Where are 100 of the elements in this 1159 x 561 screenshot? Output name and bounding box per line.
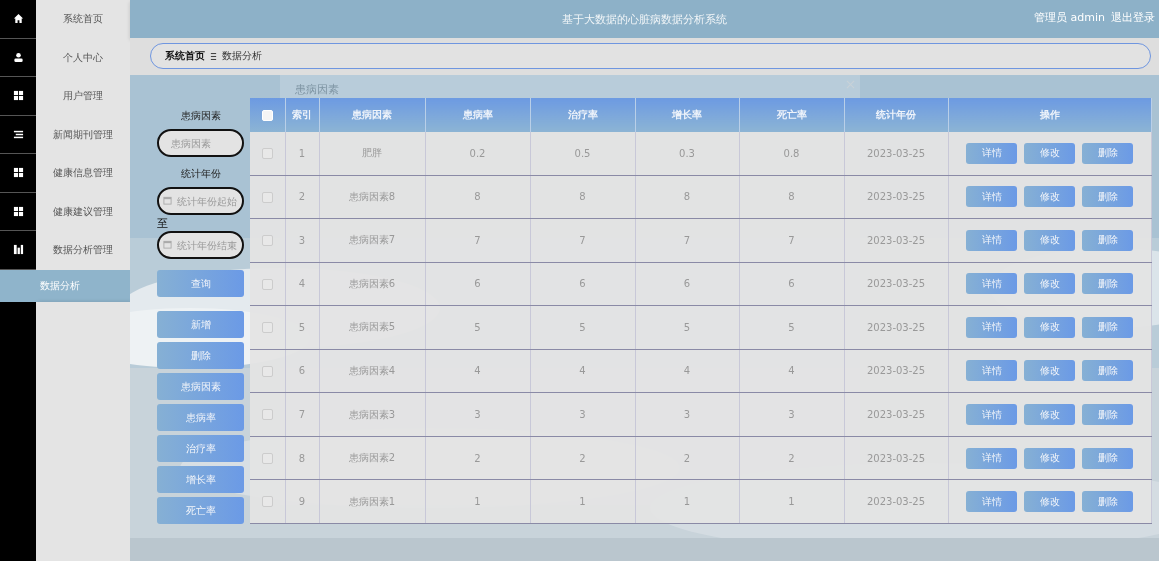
row-action-button[interactable]: 详情 (966, 316, 1018, 338)
row-action-button[interactable]: 修改 (1024, 273, 1076, 295)
row-action-button[interactable]: 删除 (1082, 491, 1134, 513)
table-cell: 0.3 (635, 132, 739, 175)
row-action-button[interactable]: 修改 (1024, 316, 1076, 338)
table-cell: 6 (285, 349, 319, 393)
row-action-button[interactable]: 删除 (1082, 404, 1134, 425)
row-action-button[interactable]: 修改 (1024, 142, 1076, 164)
row-action-button[interactable]: 修改 (1024, 229, 1076, 251)
row-action-button[interactable]: 修改 (1024, 447, 1076, 469)
table-cell: 7 (739, 218, 844, 263)
action-button[interactable]: 患病因素 (157, 373, 244, 400)
row-checkbox[interactable] (261, 278, 273, 290)
column-header: 操作 (948, 98, 1152, 132)
row-action-button[interactable]: 删除 (1082, 316, 1134, 338)
row-action-button[interactable]: 删除 (1082, 142, 1134, 164)
table-cell: 4 (285, 262, 319, 306)
row-action-button[interactable]: 详情 (966, 491, 1018, 513)
date-field[interactable]: 统计年份起始 (157, 187, 244, 215)
select-all-checkbox[interactable] (261, 109, 273, 121)
row-action-button[interactable]: 详情 (966, 229, 1018, 251)
action-button[interactable]: 治疗率 (157, 435, 244, 462)
breadcrumb-link[interactable]: 数据分析 (222, 49, 262, 63)
row-action-button[interactable]: 删除 (1082, 186, 1134, 208)
menu-item[interactable]: 个人中心 (36, 38, 130, 77)
table-cell: 患病因素8 (319, 175, 425, 219)
row-action-button[interactable]: 详情 (966, 360, 1018, 382)
menu-item[interactable]: 系统首页 (36, 0, 130, 39)
table-cell: 患病因素1 (319, 479, 425, 524)
table-cell: 6 (530, 262, 635, 306)
menu-item[interactable]: 新闻期刊管理 (36, 115, 130, 154)
separator-icon (210, 51, 217, 61)
row-checkbox[interactable] (261, 148, 273, 159)
table-cell: 5 (739, 305, 844, 350)
table-cell: 8 (635, 175, 739, 219)
row-action-button[interactable]: 详情 (966, 186, 1018, 208)
row-action-button[interactable]: 删除 (1082, 229, 1134, 251)
table-cell: 2023-03-25 (844, 262, 948, 306)
action-button[interactable]: 新增 (157, 311, 244, 338)
table-cell: 4 (425, 349, 530, 393)
table-cell: 2023-03-25 (844, 436, 948, 480)
table-cell: 2 (425, 436, 530, 480)
table-cell: 4 (635, 349, 739, 393)
row-action-button[interactable]: 修改 (1024, 491, 1076, 513)
row-checkbox[interactable] (261, 235, 273, 247)
row-action-button[interactable]: 删除 (1082, 273, 1134, 295)
menu-item[interactable]: 数据分析管理 (36, 231, 130, 270)
table-cell: 2023-03-25 (844, 392, 948, 437)
table-cell: 5 (285, 305, 319, 350)
menu-item[interactable]: 健康信息管理 (36, 154, 130, 193)
table-cell: 8 (285, 436, 319, 480)
row-action-button[interactable]: 详情 (966, 447, 1018, 469)
action-button[interactable]: 患病率 (157, 404, 244, 431)
table-cell: 5 (425, 305, 530, 350)
row-action-button[interactable]: 修改 (1024, 404, 1076, 425)
row-action-button[interactable]: 修改 (1024, 360, 1076, 382)
logout-link[interactable]: 退出登录 (1111, 10, 1155, 25)
row-checkbox[interactable] (261, 191, 273, 203)
table-cell: 患病因素5 (319, 305, 425, 350)
table-cell: 0.5 (530, 132, 635, 175)
table-cell: 2023-03-25 (844, 218, 948, 263)
menu-item[interactable]: 用户管理 (36, 77, 130, 116)
query-button[interactable]: 查询 (157, 270, 244, 297)
breadcrumb-link[interactable]: 系统首页 (165, 49, 205, 63)
table-cell: 1 (285, 132, 319, 175)
row-checkbox[interactable] (261, 322, 273, 334)
row-checkbox[interactable] (261, 409, 273, 421)
action-button[interactable]: 死亡率 (157, 497, 244, 524)
filter-label: 统计年份 (180, 167, 221, 181)
grid-icon (12, 90, 24, 102)
date-field[interactable]: 统计年份结束 (157, 231, 244, 259)
table-cell: 肥胖 (319, 132, 425, 175)
table-cell: 7 (530, 218, 635, 263)
action-button[interactable]: 增长率 (157, 466, 244, 493)
factor-field[interactable]: 患病因素 (157, 129, 244, 157)
table-cell: 6 (425, 262, 530, 306)
menu-item[interactable]: 健康建议管理 (36, 192, 130, 231)
row-action-button[interactable]: 删除 (1082, 447, 1134, 469)
column-header: 患病因素 (319, 98, 425, 132)
user-icon (12, 51, 24, 63)
table-cell: 4 (739, 349, 844, 393)
table-cell: 患病因素2 (319, 436, 425, 480)
row-action-button[interactable]: 删除 (1082, 360, 1134, 382)
row-action-button[interactable]: 修改 (1024, 186, 1076, 208)
row-checkbox[interactable] (261, 452, 273, 464)
row-checkbox[interactable] (261, 365, 273, 377)
table-cell: 2 (739, 436, 844, 480)
row-checkbox[interactable] (261, 496, 273, 508)
table-cell: 5 (635, 305, 739, 350)
row-action-button[interactable]: 详情 (966, 142, 1018, 164)
table-cell: 患病因素7 (319, 218, 425, 263)
table-cell: 患病因素6 (319, 262, 425, 306)
table-cell: 8 (425, 175, 530, 219)
submenu-item[interactable]: 数据分析 (0, 269, 130, 302)
filter-label: 患病因素 (180, 109, 221, 123)
row-action-button[interactable]: 详情 (966, 273, 1018, 295)
table-cell: 6 (739, 262, 844, 306)
home-icon (12, 13, 24, 25)
row-action-button[interactable]: 详情 (966, 404, 1018, 425)
action-button[interactable]: 删除 (157, 342, 244, 369)
